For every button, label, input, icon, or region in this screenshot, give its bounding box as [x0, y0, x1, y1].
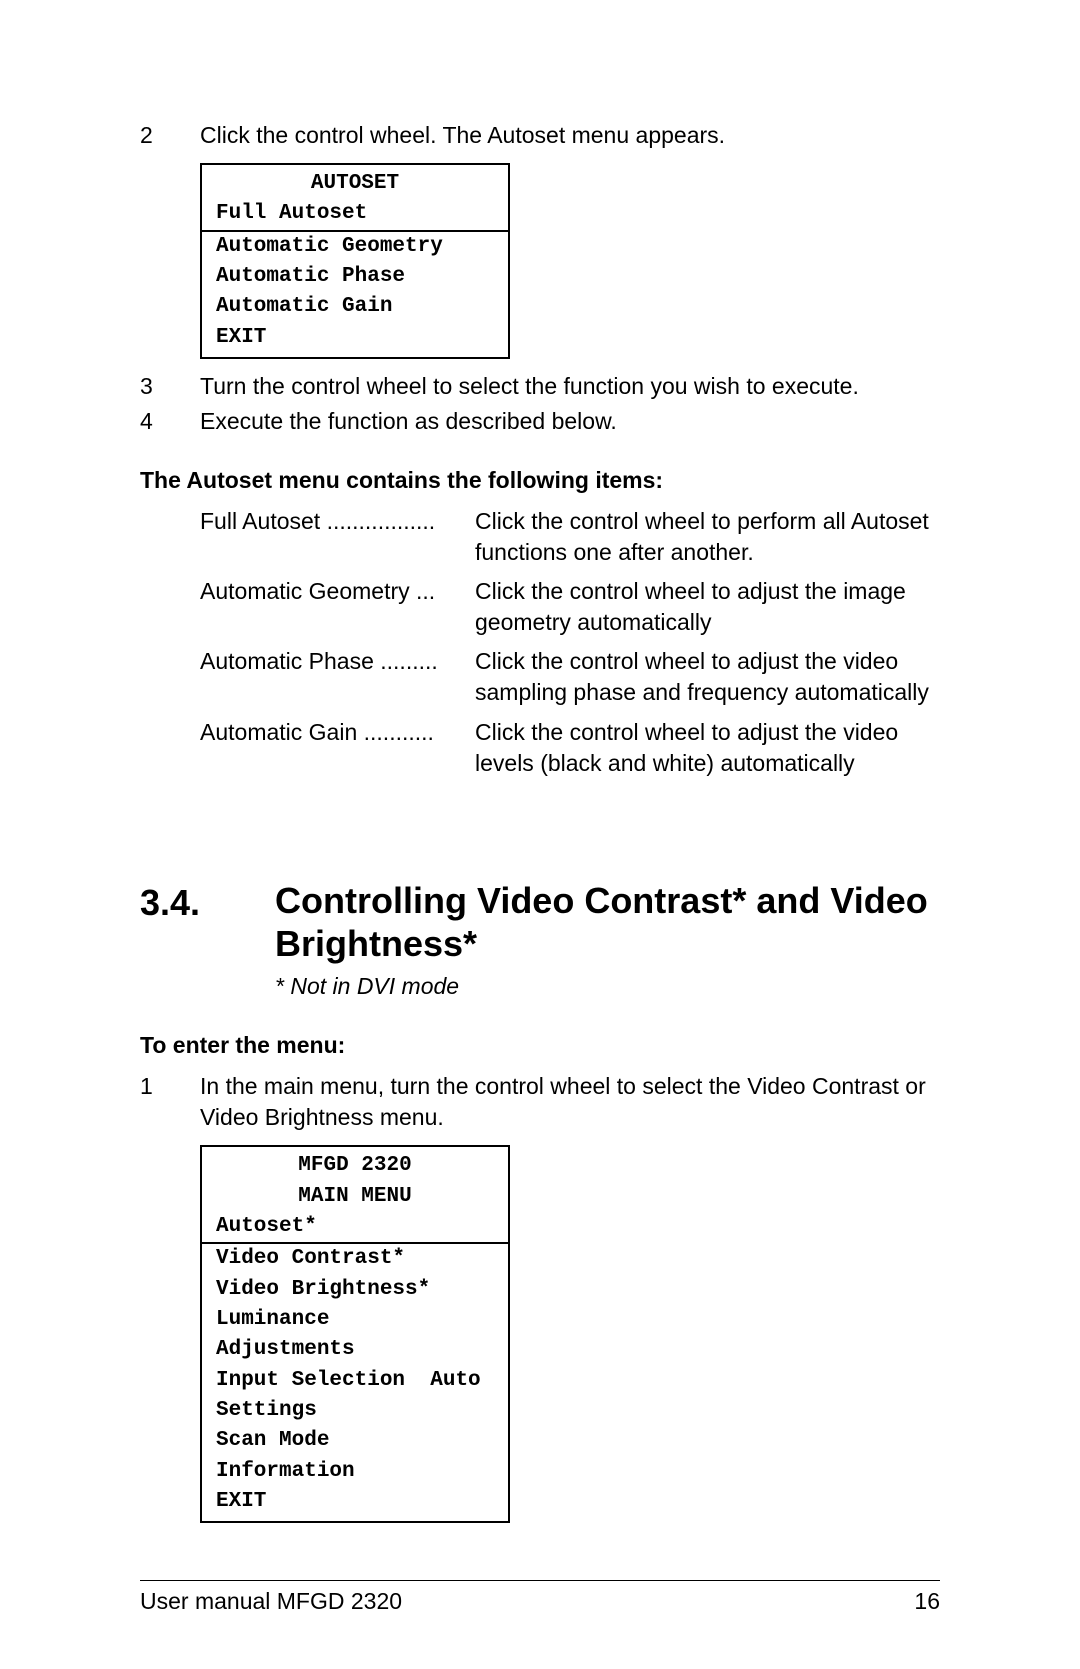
menu-line: MAIN MENU: [202, 1182, 508, 1212]
step-4: 4 Execute the function as described belo…: [140, 406, 940, 437]
section-number: 3.4.: [140, 879, 275, 928]
menu-item: Video Contrast*: [202, 1244, 508, 1274]
def-term: Automatic Geometry ...: [200, 576, 475, 638]
menu-item: Input Selection Auto: [202, 1366, 508, 1396]
def-desc: Click the control wheel to adjust the vi…: [475, 717, 940, 779]
step-text: In the main menu, turn the control wheel…: [200, 1071, 940, 1133]
menu-item: Information: [202, 1457, 508, 1487]
step-3: 3 Turn the control wheel to select the f…: [140, 371, 940, 402]
autoset-menu-box: AUTOSET Full Autoset Automatic Geometry …: [200, 163, 510, 359]
menu-item: Video Brightness*: [202, 1275, 508, 1305]
def-automatic-geometry: Automatic Geometry ... Click the control…: [200, 576, 940, 638]
menu-title: AUTOSET: [202, 169, 508, 199]
step-1: 1 In the main menu, turn the control whe…: [140, 1071, 940, 1133]
step-number: 4: [140, 406, 200, 437]
menu-item: Autoset*: [202, 1212, 508, 1244]
def-full-autoset: Full Autoset ................. Click the…: [200, 506, 940, 568]
def-term: Full Autoset .................: [200, 506, 475, 568]
step-number: 1: [140, 1071, 200, 1133]
def-automatic-gain: Automatic Gain ........... Click the con…: [200, 717, 940, 779]
main-menu-box: MFGD 2320 MAIN MENU Autoset* Video Contr…: [200, 1145, 510, 1523]
def-desc: Click the control wheel to adjust the im…: [475, 576, 940, 638]
menu-item: Scan Mode: [202, 1426, 508, 1456]
step-text: Execute the function as described below.: [200, 406, 940, 437]
menu-item: Automatic Phase: [202, 262, 508, 292]
subheading-autoset-items: The Autoset menu contains the following …: [140, 465, 940, 496]
menu-item: Full Autoset: [202, 199, 508, 231]
menu-item: EXIT: [202, 323, 508, 353]
step-2: 2 Click the control wheel. The Autoset m…: [140, 120, 940, 151]
def-term: Automatic Phase .........: [200, 646, 475, 708]
def-automatic-phase: Automatic Phase ......... Click the cont…: [200, 646, 940, 708]
section-title: Controlling Video Contrast* and Video Br…: [275, 879, 940, 965]
def-term: Automatic Gain ...........: [200, 717, 475, 779]
section-note: * Not in DVI mode: [275, 971, 940, 1002]
menu-item: Adjustments: [202, 1335, 508, 1365]
menu-item: Automatic Gain: [202, 292, 508, 322]
menu-item: Settings: [202, 1396, 508, 1426]
footer-rule: [140, 1580, 940, 1581]
subheading-enter-menu: To enter the menu:: [140, 1030, 940, 1061]
page-footer: User manual MFGD 2320 16: [140, 1586, 940, 1617]
footer-page-number: 16: [914, 1586, 940, 1617]
menu-item: Luminance: [202, 1305, 508, 1335]
def-desc: Click the control wheel to perform all A…: [475, 506, 940, 568]
step-number: 2: [140, 120, 200, 151]
section-heading-3-4: 3.4. Controlling Video Contrast* and Vid…: [140, 879, 940, 965]
step-number: 3: [140, 371, 200, 402]
step-text: Turn the control wheel to select the fun…: [200, 371, 940, 402]
menu-item: Automatic Geometry: [202, 232, 508, 262]
footer-left: User manual MFGD 2320: [140, 1586, 402, 1617]
step-text: Click the control wheel. The Autoset men…: [200, 120, 940, 151]
def-desc: Click the control wheel to adjust the vi…: [475, 646, 940, 708]
menu-line: MFGD 2320: [202, 1151, 508, 1181]
menu-item: EXIT: [202, 1487, 508, 1517]
